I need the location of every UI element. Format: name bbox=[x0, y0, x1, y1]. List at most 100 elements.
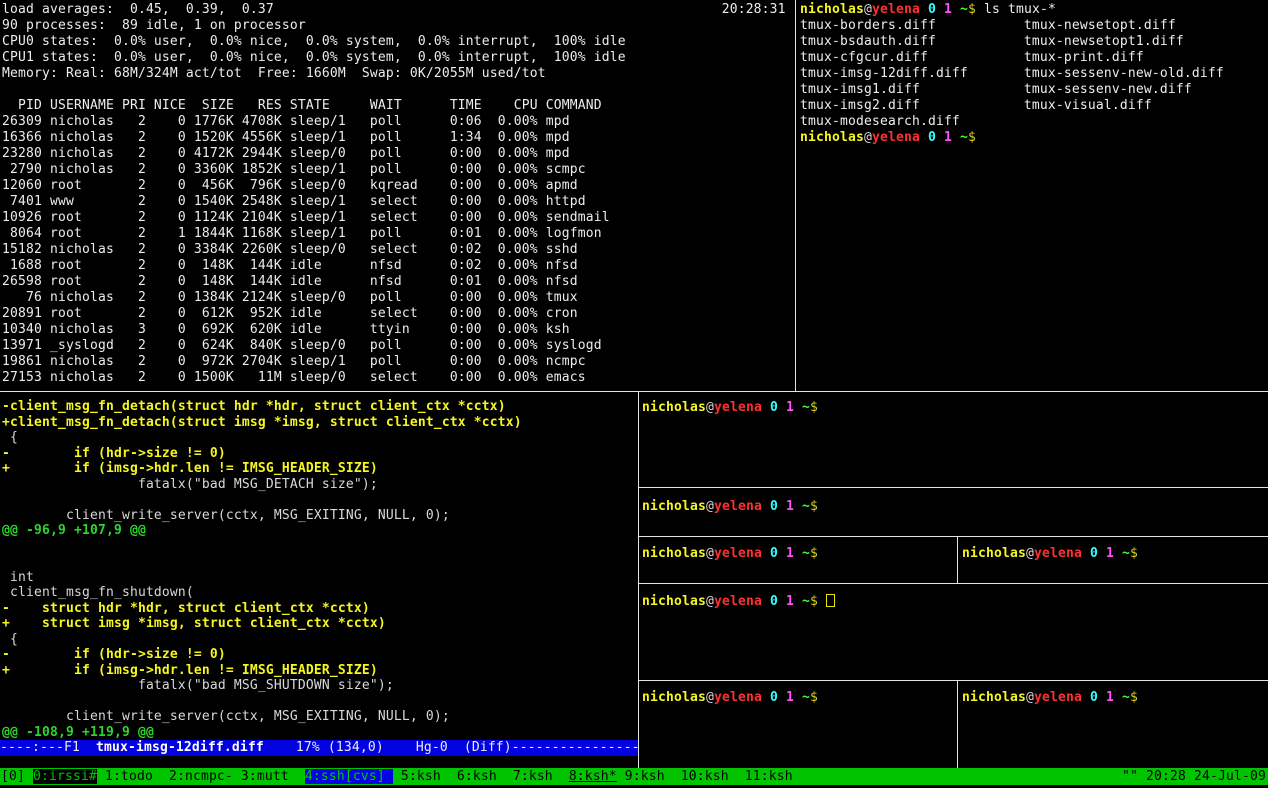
seg-df bbox=[936, 130, 944, 145]
seg-pm: 1 bbox=[944, 2, 952, 17]
seg-pc: 0 bbox=[770, 594, 778, 609]
pane-shell-3[interactable]: nicholas@yelena 0 1 ~$ bbox=[642, 546, 818, 562]
terminal-line: nicholas@yelena 0 1 ~$ bbox=[962, 690, 1138, 706]
seg-pw: @ bbox=[706, 690, 714, 705]
seg-py: nicholas bbox=[642, 499, 706, 514]
terminal-line bbox=[2, 539, 522, 555]
seg-pg: ~ bbox=[802, 400, 810, 415]
terminal-line: client_write_server(cctx, MSG_EXITING, N… bbox=[2, 709, 522, 725]
terminal-line: { bbox=[2, 632, 522, 648]
seg-pdy: $ bbox=[810, 690, 818, 705]
seg-pr: yelena bbox=[714, 400, 762, 415]
emacs-modeline: ----:---F1 tmux-imsg-12diff.diff 17% (13… bbox=[0, 740, 638, 756]
seg-y: -client_msg_fn_detach(struct hdr *hdr, s… bbox=[2, 399, 506, 414]
terminal-line: int bbox=[2, 570, 522, 586]
tmux-status-bar[interactable]: [0] 0:irssi# 1:todo 2:ncmpc- 3:mutt 4:ss… bbox=[0, 768, 1268, 785]
seg-y: - if (hdr->size != 0) bbox=[2, 446, 226, 461]
seg-tx: tmux-imsg1.diff tmux-sessenv-new.diff bbox=[800, 82, 1192, 97]
seg-pr: yelena bbox=[714, 499, 762, 514]
seg-pc: 0 bbox=[770, 400, 778, 415]
seg-df bbox=[1114, 546, 1122, 561]
seg-df bbox=[1098, 546, 1106, 561]
seg-tx: tmux-bsdauth.diff tmux-newsetopt1.diff bbox=[800, 34, 1184, 49]
seg-pr: yelena bbox=[714, 690, 762, 705]
seg-pc: 0 bbox=[928, 130, 936, 145]
terminal-line: @@ -108,9 +119,9 @@ bbox=[2, 725, 522, 741]
seg-df bbox=[762, 546, 770, 561]
seg-pr: yelena bbox=[714, 594, 762, 609]
seg-pm: 1 bbox=[786, 546, 794, 561]
seg-df bbox=[952, 2, 960, 17]
terminal-line: nicholas@yelena 0 1 ~$ bbox=[642, 546, 818, 562]
seg-w: { bbox=[2, 632, 18, 647]
seg-df bbox=[794, 594, 802, 609]
seg-sbg: 5:ksh 6:ksh 7:ksh bbox=[393, 769, 569, 784]
seg-tx: tmux-borders.diff tmux-newsetopt.diff bbox=[800, 18, 1176, 33]
pane-shell-6[interactable]: nicholas@yelena 0 1 ~$ bbox=[642, 690, 818, 706]
seg-df bbox=[794, 499, 802, 514]
seg-py: nicholas bbox=[962, 546, 1026, 561]
terminal-line bbox=[2, 492, 522, 508]
seg-df bbox=[936, 2, 944, 17]
seg-df bbox=[1082, 546, 1090, 561]
seg-w: client_msg_fn_shutdown( bbox=[2, 585, 194, 600]
seg-tx: tmux-modesearch.diff bbox=[800, 114, 960, 129]
seg-pw: @ bbox=[864, 130, 872, 145]
terminal-line: @@ -96,9 +107,9 @@ bbox=[2, 523, 522, 539]
seg-g: @@ -96,9 +107,9 @@ bbox=[2, 523, 146, 538]
pane-top-output[interactable]: load averages: 0.45, 0.39, 0.37 20:28:31… bbox=[2, 2, 786, 386]
terminal-line bbox=[2, 694, 522, 710]
seg-df bbox=[762, 690, 770, 705]
pane-shell-7[interactable]: nicholas@yelena 0 1 ~$ bbox=[962, 690, 1138, 706]
seg-pg: ~ bbox=[802, 594, 810, 609]
terminal-line: ----:---F1 tmux-imsg-12diff.diff 17% (13… bbox=[0, 740, 638, 756]
pane-border-horizontal-mid bbox=[0, 391, 1268, 392]
seg-pg: ~ bbox=[1122, 690, 1130, 705]
seg-w: int bbox=[2, 570, 34, 585]
seg-w: fatalx("bad MSG_SHUTDOWN size"); bbox=[2, 678, 394, 693]
seg-pdy: $ bbox=[810, 546, 818, 561]
terminal-line: tmux-borders.diff tmux-newsetopt.diff bbox=[800, 18, 1224, 34]
pane-border-h2 bbox=[639, 536, 1268, 537]
seg-df bbox=[778, 594, 786, 609]
seg-pm: 1 bbox=[786, 690, 794, 705]
seg-py: nicholas bbox=[642, 594, 706, 609]
status-clock: "" 20:28 24-Jul-09 bbox=[1122, 768, 1266, 785]
terminal-line: -client_msg_fn_detach(struct hdr *hdr, s… bbox=[2, 399, 522, 415]
seg-df bbox=[778, 499, 786, 514]
seg-pdy: $ bbox=[810, 400, 818, 415]
seg-y: - struct hdr *hdr, struct client_ctx *cc… bbox=[2, 601, 370, 616]
pane-shell-5-cursor[interactable]: nicholas@yelena 0 1 ~$ bbox=[642, 594, 835, 610]
seg-ml: ----:---F1 bbox=[0, 740, 96, 755]
seg-sbg: 1:todo 2:ncmpc- 3:mutt bbox=[97, 769, 305, 784]
pane-shell-1[interactable]: nicholas@yelena 0 1 ~$ bbox=[642, 400, 818, 416]
seg-y: + struct imsg *imsg, struct client_ctx *… bbox=[2, 616, 386, 631]
pane-border-vertical-top bbox=[795, 0, 796, 392]
pane-shell-2[interactable]: nicholas@yelena 0 1 ~$ bbox=[642, 499, 818, 515]
pane-border-v1 bbox=[957, 537, 958, 583]
terminal-line: tmux-imsg-12diff.diff tmux-sessenv-new-o… bbox=[800, 66, 1224, 82]
seg-pdy: $ bbox=[1130, 546, 1138, 561]
pane-border-h3 bbox=[639, 583, 1268, 584]
pane-emacs-diff[interactable]: -client_msg_fn_detach(struct hdr *hdr, s… bbox=[2, 399, 522, 740]
pane-border-v2 bbox=[957, 681, 958, 768]
seg-sbr: 0:irssi# bbox=[33, 769, 97, 784]
terminal-line: nicholas@yelena 0 1 ~$ bbox=[642, 400, 818, 416]
seg-ml: 17% (134,0) Hg-0 (Diff)---------------- bbox=[264, 740, 640, 755]
seg-tx: tmux-cfgcur.diff tmux-print.diff bbox=[800, 50, 1144, 65]
seg-g: @@ -108,9 +119,9 @@ bbox=[2, 725, 154, 740]
terminal-line: - struct hdr *hdr, struct client_ctx *cc… bbox=[2, 601, 522, 617]
seg-sbg: [0] bbox=[1, 769, 33, 784]
seg-pdy: $ bbox=[1130, 690, 1138, 705]
pane-shell-ls[interactable]: nicholas@yelena 0 1 ~$ ls tmux-*tmux-bor… bbox=[800, 2, 1224, 146]
seg-py: nicholas bbox=[962, 690, 1026, 705]
pane-shell-4[interactable]: nicholas@yelena 0 1 ~$ bbox=[962, 546, 1138, 562]
terminal-line: nicholas@yelena 0 1 ~$ bbox=[962, 546, 1138, 562]
seg-tx: tmux-imsg-12diff.diff tmux-sessenv-new-o… bbox=[800, 66, 1224, 81]
seg-py: nicholas bbox=[642, 546, 706, 561]
seg-w: client_write_server(cctx, MSG_EXITING, N… bbox=[2, 508, 450, 523]
seg-df bbox=[1098, 690, 1106, 705]
seg-y: + if (imsg->hdr.len != IMSG_HEADER_SIZE) bbox=[2, 663, 378, 678]
status-window-list: [0] 0:irssi# 1:todo 2:ncmpc- 3:mutt 4:ss… bbox=[1, 768, 793, 784]
seg-pw: @ bbox=[1026, 546, 1034, 561]
